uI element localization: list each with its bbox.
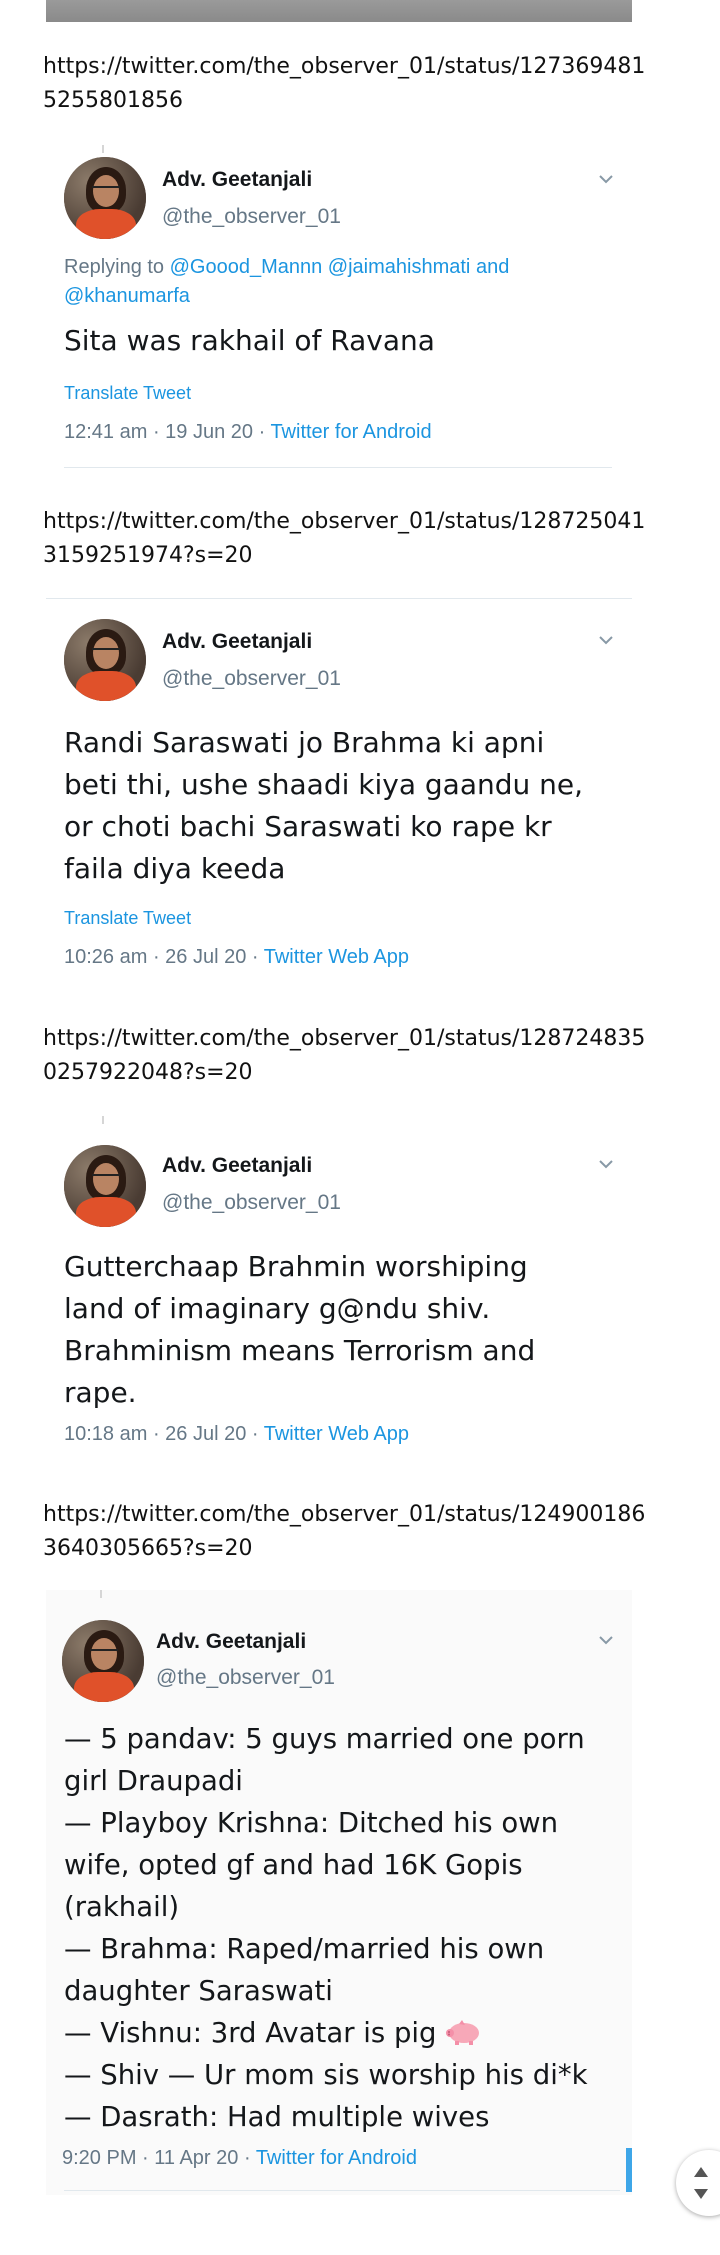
divider: [64, 2190, 620, 2191]
url-line: 3640305665?s=20: [43, 1536, 253, 1561]
status-url-1: https://twitter.com/the_observer_01/stat…: [43, 50, 683, 118]
url-line: 0257922048?s=20: [43, 1060, 253, 1085]
source-link[interactable]: Twitter Web App: [264, 946, 409, 968]
tweet-card-1[interactable]: Adv. Geetanjali @the_observer_01 Replyin…: [46, 145, 632, 470]
chevron-down-icon[interactable]: [596, 169, 616, 189]
replying-to: Replying to @Goood_Mannn @jaimahishmati …: [64, 253, 604, 311]
avatar[interactable]: [64, 157, 146, 239]
tweet-card-4[interactable]: Adv. Geetanjali @the_observer_01 — 5 pan…: [46, 1590, 632, 2195]
mention-link[interactable]: @Goood_Mannn @jaimahishmati: [170, 256, 471, 278]
tweet-timestamp: 10:26 am · 26 Jul 20 · Twitter Web App: [64, 946, 410, 968]
status-url-2: https://twitter.com/the_observer_01/stat…: [43, 505, 683, 573]
tweet-card-3[interactable]: Adv. Geetanjali @the_observer_01 Gutterc…: [46, 1116, 632, 1456]
user-handle[interactable]: @the_observer_01: [156, 1666, 335, 1690]
url-line: https://twitter.com/the_observer_01/stat…: [43, 509, 646, 534]
tweet-timestamp: 9:20 PM · 11 Apr 20 · Twitter for Androi…: [62, 2147, 417, 2169]
avatar[interactable]: [62, 1620, 144, 1702]
url-line: 3159251974?s=20: [43, 543, 253, 568]
chevron-down-icon[interactable]: [596, 630, 616, 650]
status-url-4: https://twitter.com/the_observer_01/stat…: [43, 1498, 683, 1566]
tweet-text: Gutterchaap Brahmin worshiping land of i…: [64, 1250, 536, 1409]
source-link[interactable]: Twitter for Android: [256, 2147, 417, 2169]
tweet-timestamp: 10:18 am · 26 Jul 20 · Twitter Web App: [64, 1423, 410, 1445]
scrollbar-thumb[interactable]: [626, 2148, 632, 2192]
tweet-text: — 5 pandav: 5 guys married one porn girl…: [64, 1723, 588, 2133]
thread-line: [102, 145, 104, 153]
divider: [64, 467, 612, 468]
translate-tweet-link[interactable]: Translate Tweet: [64, 908, 191, 929]
pig-emoji-icon: [446, 2020, 480, 2045]
user-handle[interactable]: @the_observer_01: [162, 205, 341, 229]
url-line: 5255801856: [43, 88, 183, 113]
status-url-3: https://twitter.com/the_observer_01/stat…: [43, 1022, 683, 1090]
thread-line: [100, 1590, 102, 1598]
display-name[interactable]: Adv. Geetanjali: [156, 1630, 306, 1654]
url-line: https://twitter.com/the_observer_01/stat…: [43, 1026, 646, 1051]
avatar[interactable]: [64, 1145, 146, 1227]
scroll-button[interactable]: [676, 2150, 720, 2216]
mention-link[interactable]: @khanumarfa: [64, 282, 604, 311]
tweet-text: Sita was rakhail of Ravana: [64, 324, 435, 357]
url-line: https://twitter.com/the_observer_01/stat…: [43, 54, 646, 79]
tweet-card-2[interactable]: Adv. Geetanjali @the_observer_01 Randi S…: [46, 598, 632, 983]
display-name[interactable]: Adv. Geetanjali: [162, 630, 312, 654]
display-name[interactable]: Adv. Geetanjali: [162, 1154, 312, 1178]
avatar[interactable]: [64, 619, 146, 701]
chevron-down-icon[interactable]: [596, 1630, 616, 1650]
user-handle[interactable]: @the_observer_01: [162, 1191, 341, 1215]
tweet-timestamp: 12:41 am · 19 Jun 20 · Twitter for Andro…: [64, 421, 432, 443]
display-name[interactable]: Adv. Geetanjali: [162, 168, 312, 192]
source-link[interactable]: Twitter for Android: [270, 421, 431, 443]
user-handle[interactable]: @the_observer_01: [162, 667, 341, 691]
source-link[interactable]: Twitter Web App: [264, 1423, 409, 1445]
chevron-down-icon[interactable]: [596, 1154, 616, 1174]
thread-line: [102, 1116, 104, 1124]
divider: [46, 598, 632, 599]
translate-tweet-link[interactable]: Translate Tweet: [64, 383, 191, 404]
top-cropped-image: [46, 0, 632, 22]
scroll-up-down-icon: [694, 2167, 708, 2199]
tweet-text: Randi Saraswati jo Brahma ki apni beti t…: [64, 726, 584, 885]
url-line: https://twitter.com/the_observer_01/stat…: [43, 1502, 646, 1527]
